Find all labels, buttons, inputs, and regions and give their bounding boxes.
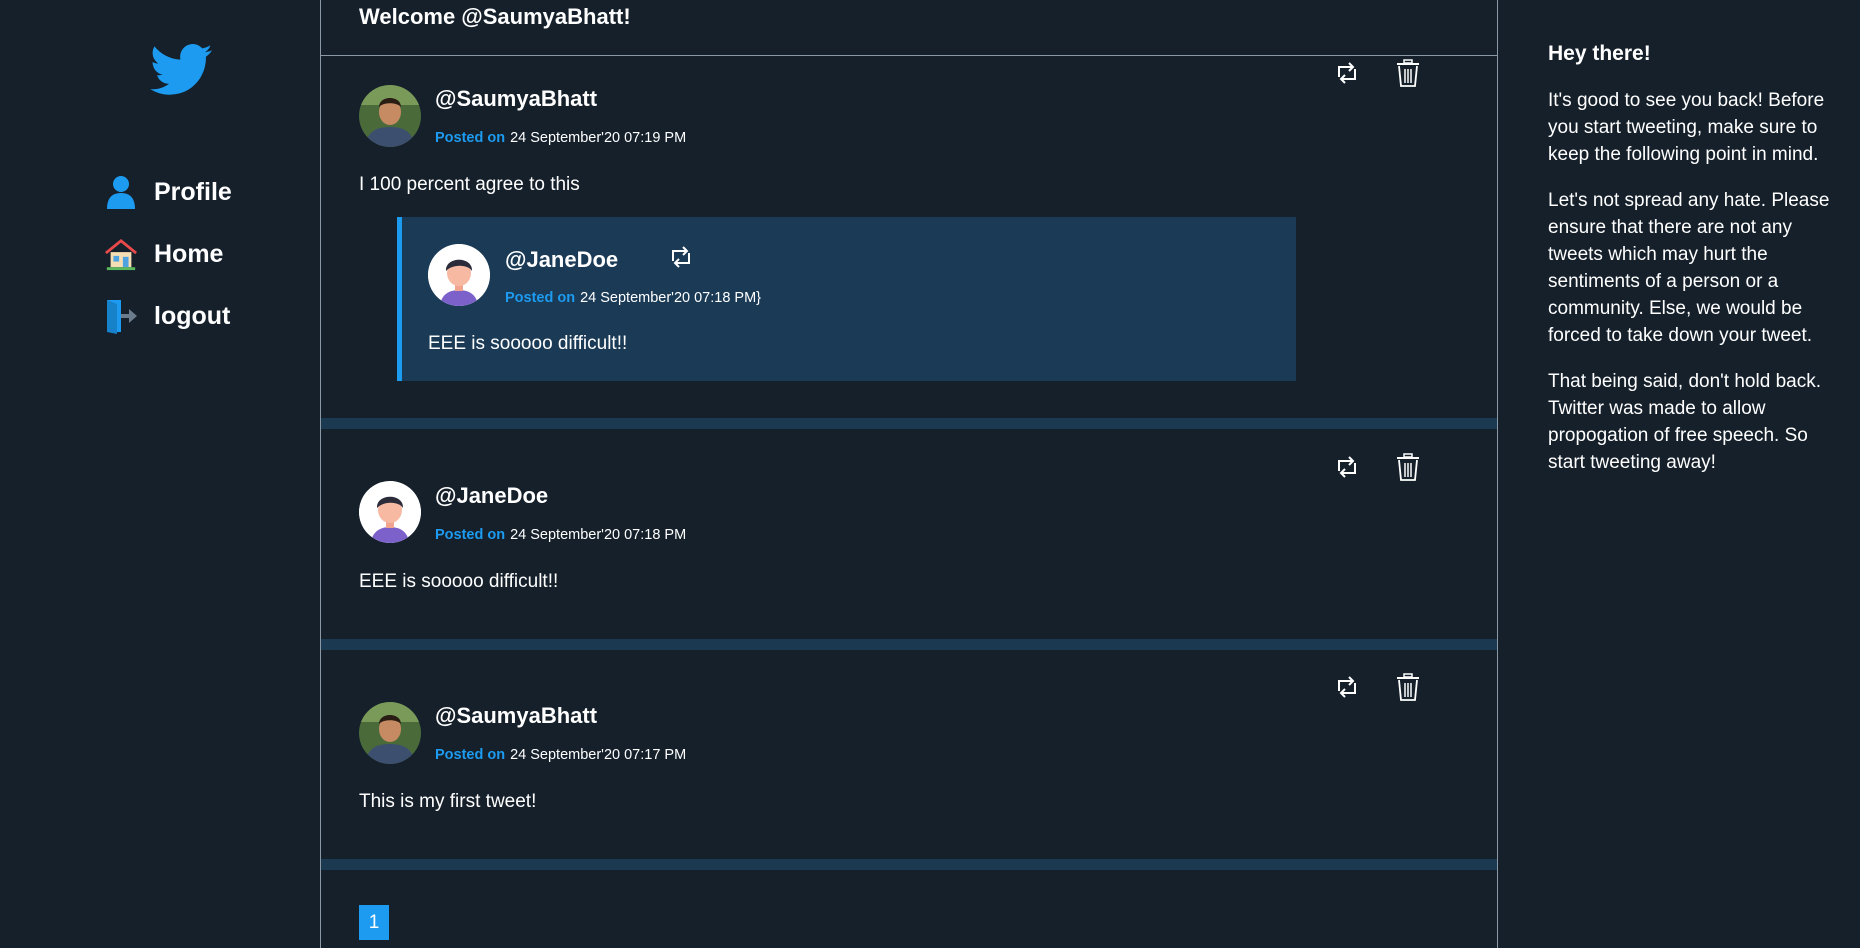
- tweet-author-handle[interactable]: @JaneDoe: [435, 483, 548, 509]
- sidebar-item-logout[interactable]: logout: [104, 294, 230, 338]
- retweet-button[interactable]: [1332, 672, 1362, 702]
- tweet-card: @JaneDoe Posted on 24 September'20 07:18 …: [321, 429, 1497, 639]
- timestamp-value: 24 September'20 07:19 PM: [510, 130, 687, 146]
- page-title: Welcome @SaumyaBhatt!: [359, 4, 631, 29]
- pagination-page-button[interactable]: 1: [359, 905, 389, 940]
- posted-on-label: Posted on: [505, 290, 576, 306]
- sidebar-item-label: logout: [154, 301, 231, 330]
- tweet-timestamp: Posted on 24 September'20 07:19 PM: [435, 130, 686, 146]
- avatar[interactable]: [428, 244, 490, 306]
- retweet-icon: [1338, 456, 1356, 478]
- timestamp-value: 24 September'20 07:18 PM: [510, 527, 687, 543]
- posted-on-label: Posted on: [435, 527, 506, 543]
- posted-on-label: Posted on: [435, 130, 506, 146]
- quoted-tweet-timestamp: Posted on 24 September'20 07:18 PM}: [505, 290, 761, 306]
- delete-button[interactable]: [1393, 452, 1423, 482]
- sidebar-item-profile[interactable]: Profile: [104, 170, 232, 214]
- tweet-card: @SaumyaBhatt Posted on 24 September'20 07…: [321, 650, 1497, 860]
- main-feed: Welcome @SaumyaBhatt! @SaumyaBhatt Poste…: [320, 0, 1498, 948]
- retweet-icon: [672, 246, 690, 268]
- info-paragraph: Let's not spread any hate. Please ensure…: [1548, 190, 1830, 346]
- avatar[interactable]: [359, 481, 421, 543]
- info-paragraph: It's good to see you back! Before you st…: [1548, 90, 1825, 165]
- tweet-separator: [321, 859, 1497, 870]
- quoted-tweet: @JaneDoe Posted on 24 September'20 07:18 …: [397, 217, 1296, 381]
- tweet-author-handle[interactable]: @SaumyaBhatt: [435, 703, 597, 729]
- tweet-timestamp: Posted on 24 September'20 07:17 PM: [435, 747, 686, 763]
- tweet-text: EEE is sooooo difficult!!: [359, 571, 559, 592]
- avatar[interactable]: [359, 702, 421, 764]
- quoted-tweet-author-handle[interactable]: @JaneDoe: [505, 247, 618, 273]
- sidebar-item-label: Home: [154, 239, 224, 268]
- trash-icon: [1397, 59, 1419, 87]
- sidebar-item-label: Profile: [154, 177, 232, 206]
- retweet-button[interactable]: [1332, 58, 1362, 88]
- tweet-separator: [321, 639, 1497, 650]
- tweet-text: I 100 percent agree to this: [359, 174, 580, 195]
- tweet-timestamp: Posted on 24 September'20 07:18 PM: [435, 527, 686, 543]
- delete-button[interactable]: [1393, 672, 1423, 702]
- info-paragraph: That being said, don't hold back. Twitte…: [1548, 371, 1821, 473]
- timestamp-value: 24 September'20 07:17 PM: [510, 747, 687, 763]
- sidebar-item-home[interactable]: Home: [104, 232, 223, 276]
- retweet-button[interactable]: [1332, 452, 1362, 482]
- home-icon: [104, 236, 138, 272]
- tweet-card: @SaumyaBhatt Posted on 24 September'20 07…: [321, 56, 1497, 418]
- tweet-author-handle[interactable]: @SaumyaBhatt: [435, 86, 597, 112]
- avatar[interactable]: [359, 85, 421, 147]
- tweet-text: This is my first tweet!: [359, 791, 537, 812]
- tweet-separator: [321, 418, 1497, 429]
- quoted-tweet-text: EEE is sooooo difficult!!: [428, 333, 628, 354]
- quoted-retweet-icon: [666, 242, 696, 272]
- trash-icon: [1397, 453, 1419, 481]
- twitter-bird-icon[interactable]: [150, 44, 214, 96]
- sidebar: Profile Home logout: [0, 0, 320, 948]
- retweet-icon: [1338, 676, 1356, 698]
- logout-icon: [104, 298, 138, 334]
- retweet-icon: [1338, 62, 1356, 84]
- timestamp-value: 24 September'20 07:18 PM}: [580, 290, 762, 306]
- info-panel: Hey there! It's good to see you back! Be…: [1548, 40, 1848, 495]
- delete-button[interactable]: [1393, 58, 1423, 88]
- trash-icon: [1397, 673, 1419, 701]
- info-panel-heading: Hey there!: [1548, 42, 1651, 65]
- posted-on-label: Posted on: [435, 747, 506, 763]
- user-icon: [104, 174, 138, 210]
